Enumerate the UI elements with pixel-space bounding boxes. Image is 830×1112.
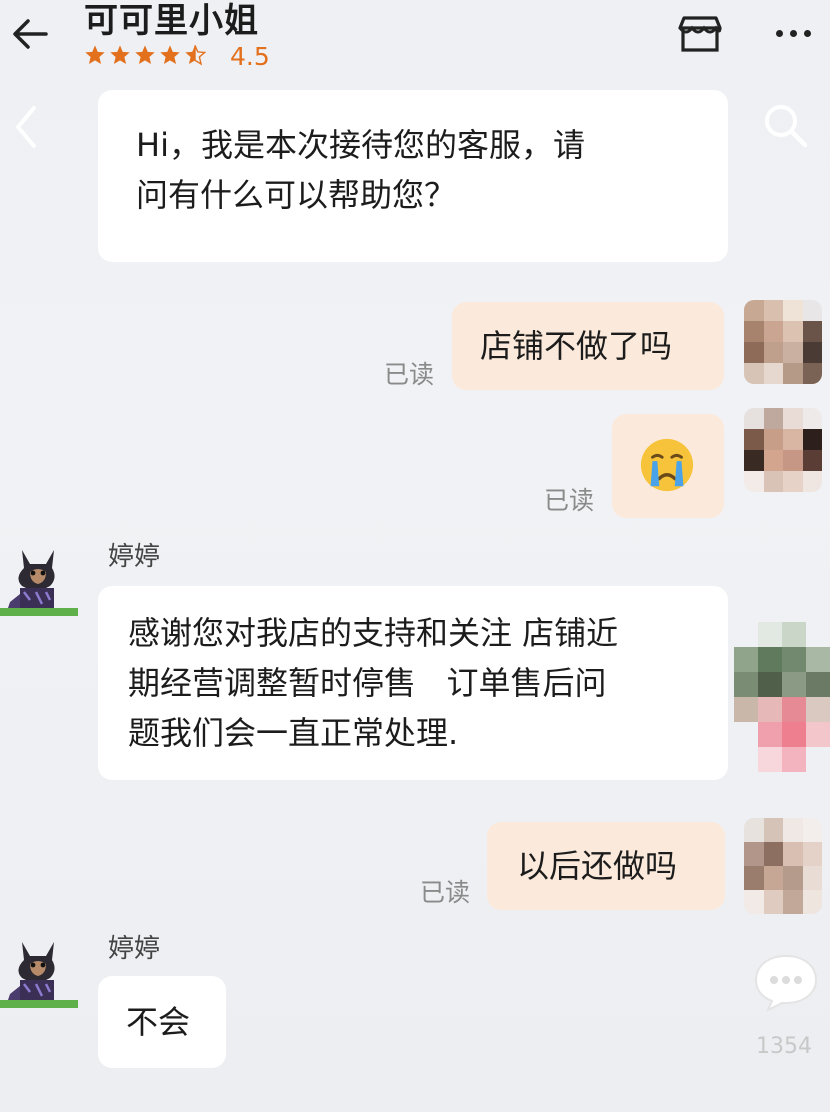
agent-message-bubble: Hi，我是本次接待您的客服，请 问有什么可以帮助您？ xyxy=(98,90,728,262)
half-star-icon xyxy=(185,45,206,66)
star-icon xyxy=(85,45,105,64)
user-avatar[interactable] xyxy=(744,818,822,914)
shop-icon[interactable] xyxy=(676,12,724,56)
user-message-bubble: 以后还做吗 xyxy=(487,822,725,910)
read-status: 已读 xyxy=(420,878,471,907)
message-text: 以后还做吗 xyxy=(517,847,678,885)
comment-bubble-icon[interactable] xyxy=(750,950,822,1014)
user-avatar[interactable] xyxy=(744,300,822,384)
user-avatar[interactable] xyxy=(744,408,822,492)
sender-name: 婷婷 xyxy=(108,542,161,572)
star-rating xyxy=(84,44,206,66)
sender-name: 婷婷 xyxy=(108,934,161,964)
read-status: 已读 xyxy=(384,360,435,389)
message-text-line: 题我们会一直正常处理. xyxy=(128,714,459,752)
blurred-avatar-overlay xyxy=(734,622,830,772)
message-text-line: 期经营调整暂时停售 订单售后问 xyxy=(128,664,607,702)
star-icon xyxy=(160,45,180,64)
search-icon[interactable] xyxy=(760,100,810,150)
agent-avatar[interactable] xyxy=(0,934,78,1012)
message-text-line: 问有什么可以帮助您？ xyxy=(136,176,457,214)
user-emoji-bubble xyxy=(612,414,724,518)
agent-message-bubble: 不会 xyxy=(98,976,226,1068)
user-message-bubble: 店铺不做了吗 xyxy=(452,302,724,390)
chat-header: 可可里小姐 4.5 xyxy=(0,0,830,80)
read-status: 已读 xyxy=(544,486,595,515)
star-icon xyxy=(135,45,155,64)
shop-title[interactable]: 可可里小姐 xyxy=(84,0,259,42)
agent-message-bubble: 感谢您对我店的支持和关注 店铺近 期经营调整暂时停售 订单售后问 题我们会一直正… xyxy=(98,586,728,780)
message-text-line: 感谢您对我店的支持和关注 店铺近 xyxy=(128,614,619,652)
comment-count: 1354 xyxy=(756,1034,812,1059)
message-text-line: Hi，我是本次接待您的客服，请 xyxy=(136,126,585,164)
more-options-icon[interactable] xyxy=(770,18,818,48)
message-text: 不会 xyxy=(126,1003,191,1041)
star-icon xyxy=(110,45,130,64)
chevron-left-icon[interactable] xyxy=(10,104,42,150)
crying-face-icon xyxy=(640,438,694,492)
message-text: 店铺不做了吗 xyxy=(480,327,673,365)
back-arrow-icon[interactable] xyxy=(8,12,52,56)
agent-avatar[interactable] xyxy=(0,542,78,620)
rating-value: 4.5 xyxy=(230,42,270,71)
